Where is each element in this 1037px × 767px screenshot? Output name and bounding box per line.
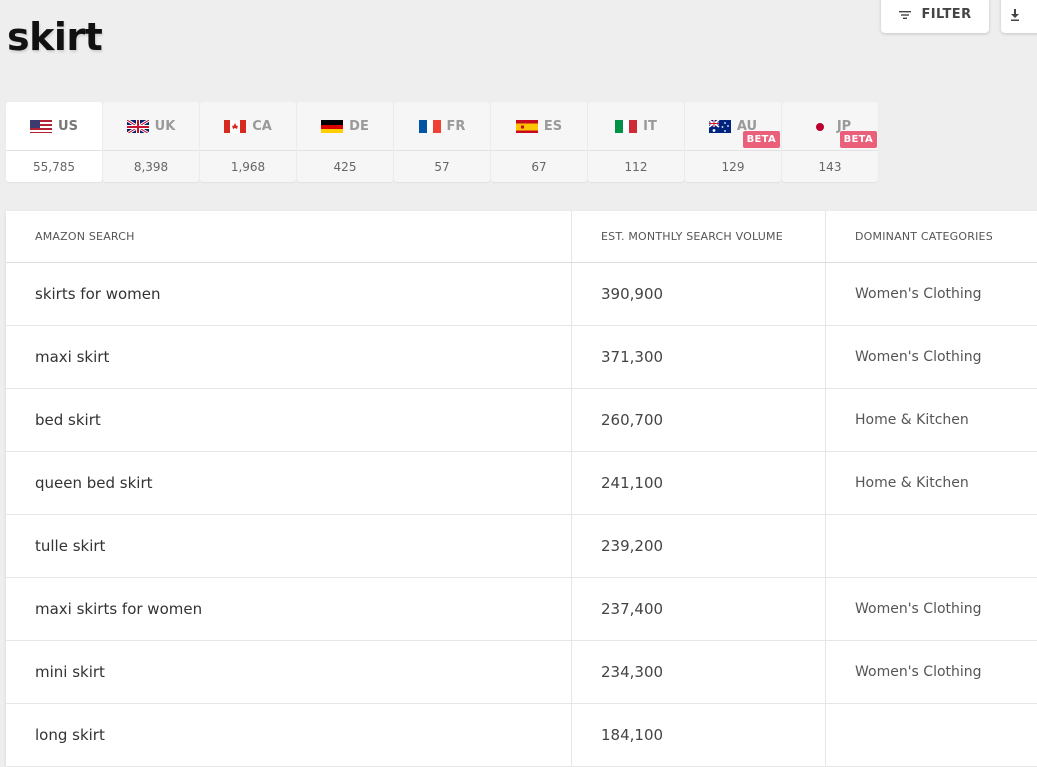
market-count: 425 [333,159,357,174]
search-volume: 371,300 [572,326,826,388]
table-row[interactable]: long skirt 184,100 [6,704,1037,767]
dominant-category: Home & Kitchen [855,412,969,428]
market-count: 112 [624,159,648,174]
filter-button[interactable]: FILTER [881,0,989,33]
market-tab-us[interactable]: US 55,785 [6,102,102,182]
dominant-category: Home & Kitchen [855,475,969,491]
market-tab-uk[interactable]: UK 8,398 [103,102,199,182]
search-term[interactable]: maxi skirt [6,326,572,388]
market-code: FR [446,118,466,134]
search-term[interactable]: bed skirt [6,389,572,451]
column-header-search[interactable]: AMAZON SEARCH [6,211,572,262]
market-tab-fr[interactable]: FR 57 [394,102,490,182]
dominant-category: Women's Clothing [855,664,982,680]
table-row[interactable]: mini skirt 234,300 Women's Clothing [6,641,1037,704]
market-tab-head: DE [297,102,393,151]
search-term[interactable]: maxi skirts for women [6,578,572,640]
market-code: DE [349,118,369,134]
es-flag-icon [515,119,538,133]
filter-icon [899,10,912,19]
market-count: 8,398 [133,159,169,174]
search-volume: 239,200 [572,515,826,577]
dominant-category: Women's Clothing [855,349,982,365]
market-count: 143 [818,159,842,174]
dominant-category: Women's Clothing [855,286,982,302]
au-flag-icon [708,119,731,133]
market-tab-head: ES [491,102,587,151]
market-tab-head: UK [103,102,199,151]
us-flag-icon [30,119,53,133]
search-term[interactable]: mini skirt [6,641,572,703]
market-tabs: US 55,785 UK 8,398 CA 1,968 DE 425 FR 57… [6,102,879,182]
download-button[interactable] [1001,0,1037,33]
market-code: UK [154,118,176,134]
search-term[interactable]: tulle skirt [6,515,572,577]
market-count: 57 [434,159,450,174]
beta-badge: BETA [742,131,780,148]
page-title: skirt [7,15,103,59]
column-header-volume[interactable]: EST. MONTHLY SEARCH VOLUME [572,211,826,262]
it-flag-icon [615,119,638,133]
market-tab-head: IT [588,102,684,151]
search-volume: 237,400 [572,578,826,640]
search-term[interactable]: skirts for women [6,263,572,325]
market-count: 55,785 [33,159,75,174]
market-tab-ca[interactable]: CA 1,968 [200,102,296,182]
column-header-categories[interactable]: DOMINANT CATEGORIES [826,211,1037,262]
fr-flag-icon [418,119,441,133]
download-icon [1011,8,1019,21]
search-volume: 234,300 [572,641,826,703]
table-row[interactable]: skirts for women 390,900 Women's Clothin… [6,263,1037,326]
market-tab-it[interactable]: IT 112 [588,102,684,182]
market-tab-head: FR [394,102,490,151]
market-code: US [58,118,78,134]
table-row[interactable]: maxi skirt 371,300 Women's Clothing [6,326,1037,389]
filter-button-label: FILTER [921,7,972,22]
market-tab-jp[interactable]: JP BETA 143 [782,102,878,182]
dominant-category [826,515,1037,577]
market-tab-de[interactable]: DE 425 [297,102,393,182]
market-tab-au[interactable]: AU BETA 129 [685,102,781,182]
market-code: CA [252,118,272,134]
table-row[interactable]: queen bed skirt 241,100 Home & Kitchen [6,452,1037,515]
market-tab-head: CA [200,102,296,151]
search-volume: 241,100 [572,452,826,514]
jp-flag-icon [808,119,831,133]
search-term[interactable]: queen bed skirt [6,452,572,514]
beta-badge: BETA [839,131,877,148]
table-row[interactable]: maxi skirts for women 237,400 Women's Cl… [6,578,1037,641]
de-flag-icon [321,119,344,133]
table-row[interactable]: tulle skirt 239,200 [6,515,1037,578]
uk-flag-icon [126,119,149,133]
search-volume: 390,900 [572,263,826,325]
market-count: 1,968 [230,159,266,174]
search-volume: 260,700 [572,389,826,451]
search-results-table: AMAZON SEARCH EST. MONTHLY SEARCH VOLUME… [6,211,1037,767]
table-row[interactable]: bed skirt 260,700 Home & Kitchen [6,389,1037,452]
market-tab-head: US [6,102,102,151]
ca-flag-icon [224,119,247,133]
market-count: 129 [721,159,745,174]
market-code: ES [543,118,563,134]
market-code: IT [643,118,657,134]
market-count: 67 [531,159,547,174]
market-tab-es[interactable]: ES 67 [491,102,587,182]
table-header-row: AMAZON SEARCH EST. MONTHLY SEARCH VOLUME… [6,211,1037,263]
dominant-category: Women's Clothing [855,601,982,617]
